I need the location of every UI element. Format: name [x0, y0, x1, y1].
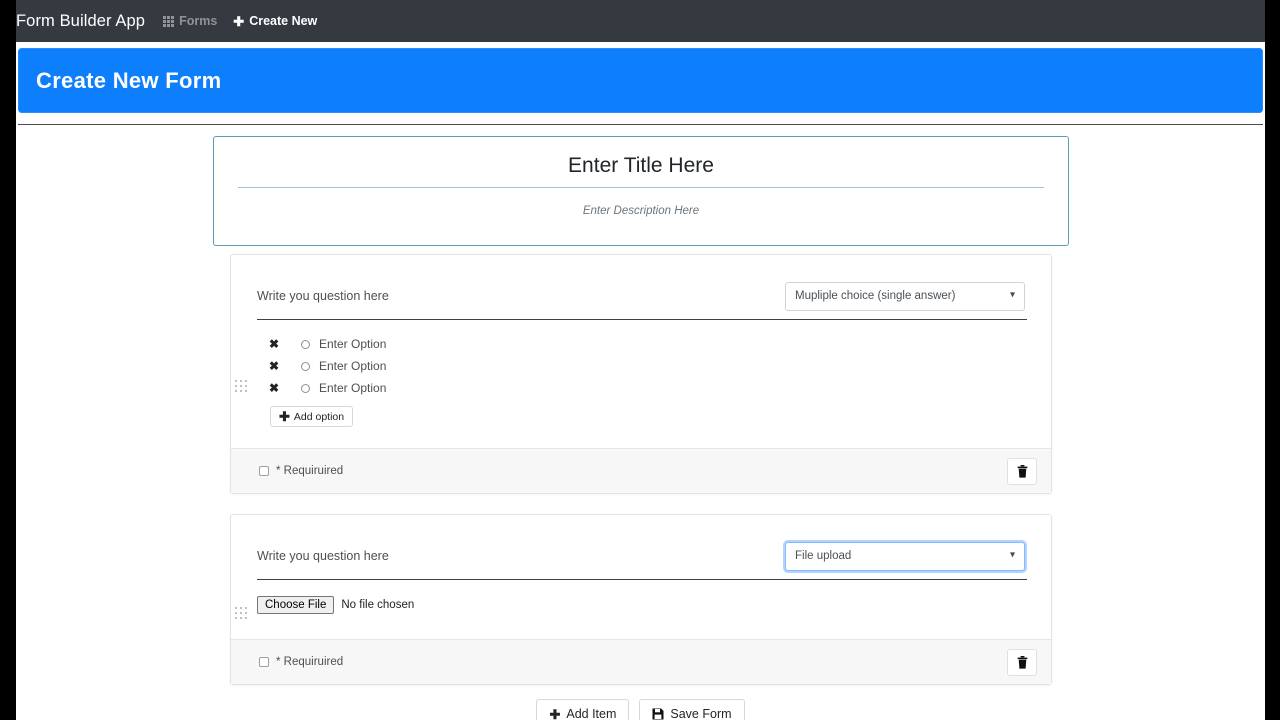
question-divider	[257, 579, 1027, 580]
add-item-label: Add Item	[566, 707, 617, 720]
form-title-input[interactable]: Enter Title Here	[568, 154, 714, 178]
question-body: Write you question here Mupliple choice …	[231, 255, 1051, 427]
required-toggle[interactable]: * Requiruired	[259, 656, 343, 668]
option-label-input[interactable]: Enter Option	[319, 359, 386, 373]
add-option-button[interactable]: ✚ Add option	[270, 406, 354, 427]
title-underline	[238, 187, 1044, 188]
nav-link-forms-label: Forms	[179, 14, 218, 28]
delete-question-button[interactable]	[1007, 457, 1037, 485]
add-option-label: Add option	[293, 410, 345, 423]
screen: Form Builder App Forms ✚ Create New Crea…	[0, 0, 1280, 720]
option-label-input[interactable]: Enter Option	[319, 337, 386, 351]
banner-divider	[18, 124, 1263, 125]
question-footer: * Requiruired	[231, 639, 1051, 684]
form-description-input[interactable]: Enter Description Here	[583, 205, 699, 217]
nav-link-forms[interactable]: Forms	[163, 14, 217, 28]
choose-file-button[interactable]: Choose File	[257, 596, 335, 614]
file-upload-input[interactable]: Choose File No file chosen	[257, 596, 1025, 614]
question-card: Write you question here Mupliple choice …	[230, 254, 1052, 494]
radio-icon[interactable]	[301, 383, 310, 393]
options-list: ✖ Enter Option ✖ Enter Option ✖ Enter Op…	[257, 333, 1025, 427]
add-item-button[interactable]: ✚ Add Item	[536, 699, 630, 720]
option-row: ✖ Enter Option	[257, 355, 1025, 377]
plus-icon: ✚	[549, 706, 561, 720]
plus-icon: ✚	[279, 409, 290, 424]
page-title: Create New Form	[36, 67, 222, 93]
option-row: ✖ Enter Option	[257, 333, 1025, 355]
question-text-input[interactable]: Write you question here	[257, 549, 389, 563]
question-header-row: Write you question here File upload ▾	[257, 537, 1025, 575]
question-type-select[interactable]: Mupliple choice (single answer)	[785, 281, 1025, 311]
question-type-select[interactable]: File upload	[785, 541, 1025, 571]
question-type-select-wrap: Mupliple choice (single answer) ▾	[785, 281, 1025, 311]
question-body: Write you question here File upload ▾ Ch…	[231, 515, 1051, 614]
nav-links: Forms ✚ Create New	[163, 14, 317, 28]
question-type-select-wrap: File upload ▾	[785, 541, 1025, 571]
required-checkbox[interactable]	[259, 466, 269, 476]
delete-question-button[interactable]	[1007, 648, 1037, 676]
top-navbar: Form Builder App Forms ✚ Create New	[16, 0, 1265, 42]
question-divider	[257, 319, 1027, 320]
plus-icon: ✚	[233, 13, 245, 29]
question-footer: * Requiruired	[231, 448, 1051, 493]
required-checkbox[interactable]	[259, 657, 269, 667]
question-header-row: Write you question here Mupliple choice …	[257, 277, 1025, 315]
required-label: * Requiruired	[276, 656, 344, 668]
save-form-label: Save Form	[670, 707, 732, 720]
nav-link-create-new[interactable]: ✚ Create New	[233, 14, 317, 28]
question-card: Write you question here File upload ▾ Ch…	[230, 514, 1052, 685]
save-icon	[652, 708, 664, 720]
required-label: * Requiruired	[276, 465, 344, 477]
option-row: ✖ Enter Option	[257, 377, 1025, 399]
bottom-actions: ✚ Add Item Save Form	[16, 699, 1265, 720]
radio-icon[interactable]	[301, 361, 310, 371]
page-banner: Create New Form	[18, 48, 1263, 113]
remove-option-icon[interactable]: ✖	[257, 381, 301, 395]
trash-icon	[1017, 464, 1027, 478]
app-brand[interactable]: Form Builder App	[16, 12, 145, 31]
radio-icon[interactable]	[301, 339, 310, 349]
question-text-input[interactable]: Write you question here	[257, 289, 389, 303]
grid-icon	[163, 15, 175, 27]
trash-icon	[1017, 655, 1027, 669]
remove-option-icon[interactable]: ✖	[257, 337, 301, 351]
option-label-input[interactable]: Enter Option	[319, 381, 386, 395]
remove-option-icon[interactable]: ✖	[257, 359, 301, 373]
required-toggle[interactable]: * Requiruired	[259, 465, 343, 477]
file-status-label: No file chosen	[341, 599, 415, 611]
form-title-card[interactable]: Enter Title Here Enter Description Here	[213, 136, 1069, 246]
save-form-button[interactable]: Save Form	[639, 699, 745, 720]
nav-link-create-new-label: Create New	[249, 14, 318, 28]
browser-viewport: Form Builder App Forms ✚ Create New Crea…	[16, 0, 1265, 720]
